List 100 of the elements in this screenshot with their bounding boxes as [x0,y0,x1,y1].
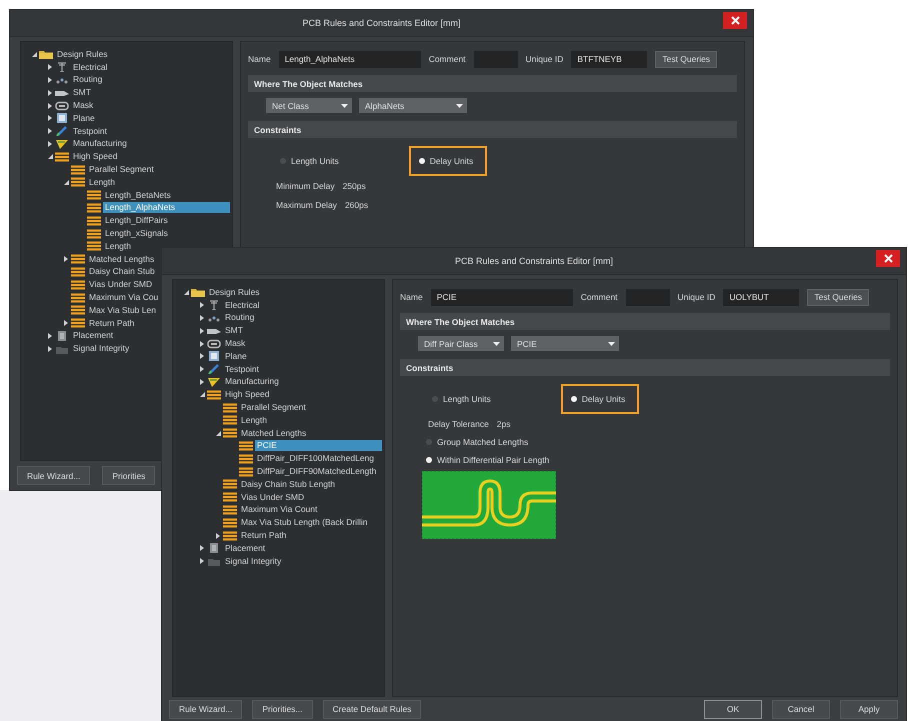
tree-item[interactable]: Length [239,414,269,426]
tree-item[interactable]: Vias Under SMD [87,279,154,290]
tree-item[interactable]: Design Rules [55,48,110,60]
triangle-right-icon[interactable] [64,256,68,262]
triangle-right-icon[interactable] [48,140,52,147]
test-queries-button[interactable]: Test Queries [655,50,718,68]
triangle-right-icon[interactable] [200,353,204,360]
tree-item[interactable]: Matched Lengths [239,428,308,439]
triangle-right-icon[interactable] [200,328,204,334]
tree-item[interactable]: SMT [71,87,93,98]
square-icon [207,351,221,362]
dialog-button[interactable]: OK [704,700,762,718]
triangle-down-icon[interactable] [184,290,188,295]
tree-item[interactable]: Signal Integrity [71,343,132,354]
triangle-right-icon[interactable] [200,340,204,347]
dialog-button[interactable]: Priorities... [252,700,313,718]
test-queries-button[interactable]: Test Queries [807,288,870,306]
dialog-button[interactable]: Rule Wizard... [169,700,242,718]
triangle-right-icon[interactable] [48,332,52,339]
triangle-right-icon[interactable] [200,302,204,308]
triangle-down-icon[interactable] [216,430,220,436]
tree-item[interactable]: Max Via Stub Len [87,304,158,316]
tree-item[interactable]: Electrical [223,300,262,311]
tree-item[interactable]: Max Via Stub Length (Back Drillin [239,517,370,528]
radio-option[interactable]: Length Units [422,384,505,414]
tree-item[interactable]: Testpoint [223,364,262,375]
tree-item[interactable]: Signal Integrity [223,556,284,567]
triangle-right-icon[interactable] [48,115,52,122]
dialog-button[interactable]: Rule Wizard... [17,466,90,485]
triangle-right-icon[interactable] [200,545,204,552]
tree-item[interactable]: High Speed [71,151,120,162]
dropdown[interactable]: PCIE [511,336,619,351]
tree-item[interactable]: Return Path [87,318,136,329]
triangle-right-icon[interactable] [48,128,52,134]
tree-item[interactable]: Mask [71,100,96,112]
tree-item[interactable]: Mask [223,338,248,350]
tree-item[interactable]: Matched Lengths [87,254,156,265]
triangle-right-icon[interactable] [64,320,68,326]
dialog-button[interactable]: Priorities [102,466,156,485]
triangle-right-icon[interactable] [48,102,52,109]
radio-option[interactable]: Group Matched Lengths [422,437,532,447]
tree-item[interactable]: Daisy Chain Stub Length [239,478,338,490]
tree-item[interactable]: SMT [223,325,245,336]
tree-item[interactable]: Plane [223,350,249,362]
tree-item[interactable]: Electrical [71,62,110,73]
triangle-right-icon[interactable] [48,64,52,70]
tree-item[interactable]: Testpoint [71,126,110,137]
tree-item[interactable]: Vias Under SMD [239,492,306,503]
tree-item[interactable]: Maximum Via Cou [87,292,160,304]
triangle-right-icon[interactable] [216,532,220,539]
name-field[interactable]: PCIE [430,288,573,306]
tree-item[interactable]: Maximum Via Count [239,504,320,516]
tree-item[interactable]: PCIE [255,440,382,452]
tree-item[interactable]: Plane [71,112,97,124]
triangle-right-icon[interactable] [200,366,204,372]
triangle-down-icon[interactable] [64,180,68,185]
tree-item[interactable]: Length_xSignals [103,228,170,240]
close-button[interactable] [876,250,900,267]
triangle-down-icon[interactable] [32,52,36,57]
radio-option[interactable]: Within Differential Pair Length [422,455,554,465]
tree-item[interactable]: Length_AlphaNets [103,202,230,214]
tree-item[interactable]: Length [103,240,133,252]
dropdown[interactable]: Diff Pair Class [418,336,504,351]
radio-option[interactable]: Delay Units [560,384,640,414]
unique-id-field[interactable]: BTFTNEYB [571,50,648,68]
triangle-down-icon[interactable] [48,154,52,160]
tree-item[interactable]: DiffPair_DIFF100MatchedLeng [255,453,376,464]
triangle-right-icon[interactable] [48,76,52,83]
tree-item[interactable]: High Speed [223,389,272,400]
tree-item[interactable]: Parallel Segment [87,164,156,176]
dialog-button[interactable]: Cancel [772,700,830,718]
dialog-button[interactable]: Apply [840,700,898,718]
tree-item[interactable]: Length_BetaNets [103,190,173,201]
tree-item[interactable]: DiffPair_DIFF90MatchedLength [255,466,378,478]
tree-item[interactable]: Placement [223,542,268,554]
tree-item[interactable]: Routing [71,74,104,86]
dropdown[interactable]: AlphaNets [359,98,467,113]
tree-item[interactable]: Manufacturing [71,138,129,150]
tree-item[interactable]: Length [87,176,117,188]
triangle-right-icon[interactable] [200,314,204,321]
triangle-right-icon[interactable] [48,346,52,352]
triangle-down-icon[interactable] [200,392,204,398]
unique-id-field[interactable]: UOLYBUT [723,288,800,306]
tree-item[interactable]: Daisy Chain Stub [87,266,157,278]
dropdown[interactable]: Net Class [266,98,352,113]
tree-item[interactable]: Design Rules [207,286,262,298]
triangle-right-icon[interactable] [48,90,52,96]
radio-option[interactable]: Delay Units [408,146,488,176]
tree-item[interactable]: Routing [223,312,256,324]
triangle-right-icon[interactable] [200,378,204,385]
tree-item[interactable]: Length_DiffPairs [103,215,170,226]
close-button[interactable] [723,12,747,29]
name-field[interactable]: Length_AlphaNets [278,50,421,68]
radio-option[interactable]: Length Units [270,146,353,176]
dialog-button[interactable]: Create Default Rules [322,700,422,718]
tree-item[interactable]: Parallel Segment [239,402,308,414]
tree-item[interactable]: Manufacturing [223,376,281,388]
tree-item[interactable]: Placement [71,330,116,342]
tree-item[interactable]: Return Path [239,530,288,542]
triangle-right-icon[interactable] [200,558,204,564]
